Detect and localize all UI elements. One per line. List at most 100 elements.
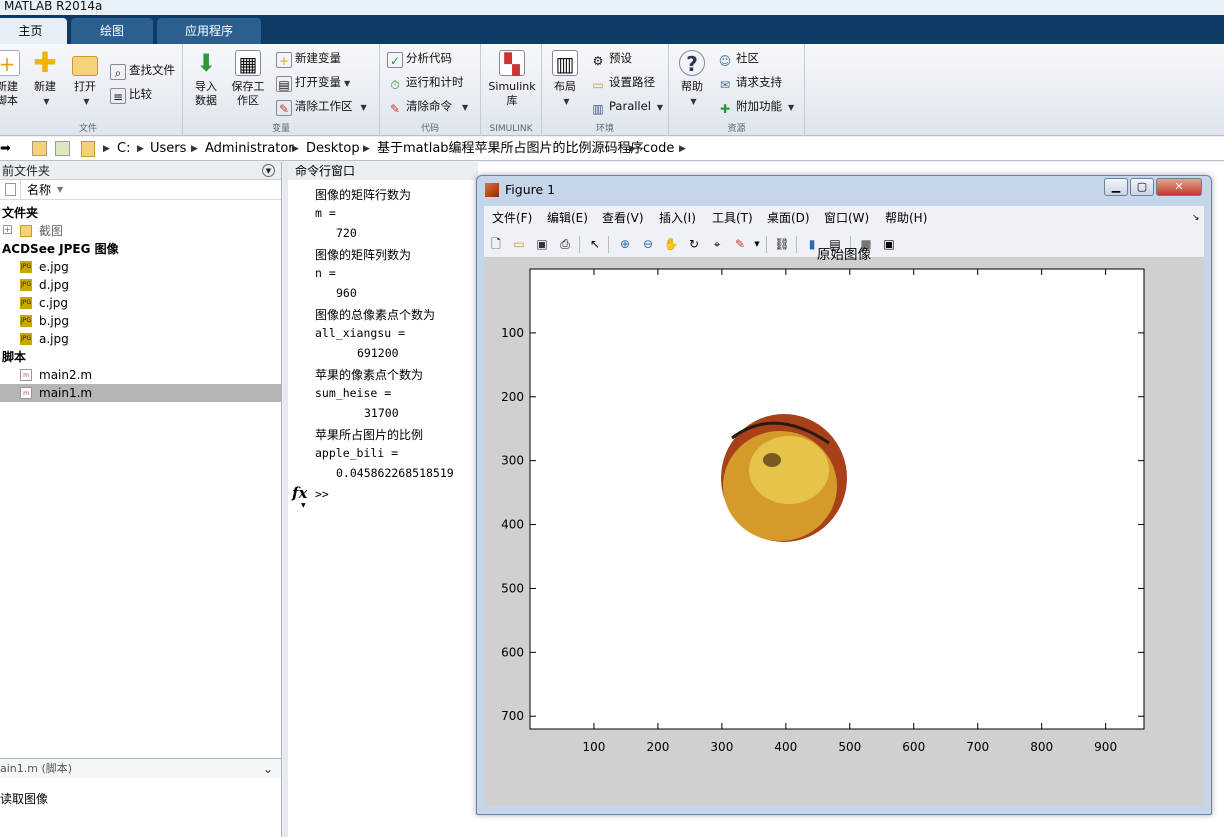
menu-tools[interactable]: 工具(T)	[712, 206, 753, 230]
clear-workspace-button[interactable]: ✎ 清除工作区 ▼	[276, 96, 367, 116]
ribbon-group-resources: ? 帮助 ▼ ☺ 社区 ✉ 请求支持 ✚ 附加功能 ▼ 资源	[669, 44, 805, 136]
addons-icon: ✚	[719, 102, 731, 116]
help-icon: ?	[679, 50, 705, 76]
compare-button[interactable]: ≡ 比较	[110, 84, 152, 104]
layout-icon: ▥	[552, 50, 578, 76]
command-output-line: 苹果所占图片的比例	[315, 428, 424, 442]
tab-plots[interactable]: 绘图	[71, 18, 153, 44]
import-data-button[interactable]: ⬇ 导入数据	[191, 50, 221, 108]
clear-workspace-icon: ✎	[276, 100, 292, 116]
run-and-time-button[interactable]: ⏱ 运行和计时	[387, 72, 463, 92]
up-folder-icon[interactable]	[32, 141, 47, 156]
dock-icon[interactable]: ↘	[1192, 206, 1200, 230]
new-variable-button[interactable]: + 新建变量	[276, 48, 341, 68]
x-tick-label: 900	[1094, 740, 1117, 754]
menu-insert[interactable]: 插入(I)	[659, 206, 696, 230]
request-support-button[interactable]: ✉ 请求支持	[717, 72, 782, 92]
y-tick-label: 600	[501, 645, 524, 659]
menu-file[interactable]: 文件(F)	[492, 206, 532, 230]
details-header[interactable]: ain1.m (脚本) ⌄	[0, 758, 281, 778]
group-label-variable: 变量	[271, 124, 290, 134]
command-prompt[interactable]: >>	[315, 487, 329, 501]
chevron-down-icon[interactable]: ⌄	[263, 759, 273, 779]
list-item[interactable]: JPG b.jpg	[0, 312, 281, 330]
group-label-resources: 资源	[727, 124, 746, 134]
compare-icon: ≡	[110, 88, 126, 104]
current-folder-header: 前文件夹 ▼	[0, 162, 281, 180]
ribbon-toolstrip: + 新建脚本 ✚ 新建 ▼ 打开 ▼ ⌕ 查找文件 ≡ 比较 文件 ⬇ 导入数据 ▦ 保…	[0, 44, 1224, 136]
ribbon-group-file: + 新建脚本 ✚ 新建 ▼ 打开 ▼ ⌕ 查找文件 ≡ 比较 文件	[0, 44, 183, 136]
list-item[interactable]: JPG d.jpg	[0, 276, 281, 294]
list-item[interactable]: JPG c.jpg	[0, 294, 281, 312]
breadcrumb-separator-icon: ▶	[191, 144, 198, 154]
apple-highlight	[749, 436, 829, 504]
jpeg-file-icon: JPG	[20, 315, 32, 327]
x-tick-label: 300	[710, 740, 733, 754]
breadcrumb-desktop[interactable]: Desktop	[306, 137, 360, 161]
folder-item[interactable]: + 截图	[0, 222, 281, 240]
figure-title: Figure 1	[505, 182, 556, 197]
parallel-button[interactable]: ▥ Parallel ▼	[590, 96, 663, 116]
layout-button[interactable]: ▥ 布局 ▼	[550, 50, 580, 109]
panel-menu-icon[interactable]: ▼	[262, 164, 275, 177]
set-path-button[interactable]: ▭ 设置路径	[590, 72, 655, 92]
expand-icon[interactable]: +	[3, 225, 12, 234]
tab-apps[interactable]: 应用程序	[157, 18, 261, 44]
breadcrumb-separator-icon: ▶	[679, 144, 686, 154]
name-column-header[interactable]: 名称 ▼	[0, 180, 281, 200]
save-workspace-icon: ▦	[235, 50, 261, 76]
group-label-code: 代码	[420, 124, 439, 134]
browse-folder-icon[interactable]	[55, 141, 70, 156]
menu-window[interactable]: 窗口(W)	[824, 206, 869, 230]
menu-help[interactable]: 帮助(H)	[885, 206, 927, 230]
list-item[interactable]: JPG e.jpg	[0, 258, 281, 276]
save-workspace-button[interactable]: ▦ 保存工作区	[229, 50, 267, 108]
breadcrumb-code[interactable]: code	[643, 137, 674, 161]
axes[interactable]: 100 200 300 400 500 600 700 800 900 100 200 300 400…	[484, 258, 1204, 806]
preferences-button[interactable]: ⚙ 预设	[590, 48, 632, 68]
y-tick-label: 300	[501, 454, 524, 468]
x-tick-label: 100	[583, 740, 606, 754]
clear-commands-button[interactable]: ✎ 清除命令 ▼	[387, 96, 468, 116]
category-jpeg: ACDSee JPEG 图像	[2, 242, 119, 256]
breadcrumb-project-folder[interactable]: 基于matlab编程苹果所占图片的比例源码程序	[377, 137, 644, 161]
close-button[interactable]: ✕	[1156, 178, 1202, 196]
help-button[interactable]: ? 帮助 ▼	[677, 50, 707, 109]
ribbon-tab-bar: 主页 绘图 应用程序	[0, 15, 1224, 44]
addons-button[interactable]: ✚ 附加功能 ▼	[717, 96, 794, 116]
list-item[interactable]: JPG a.jpg	[0, 330, 281, 348]
run-and-time-icon: ⏱	[390, 78, 400, 92]
maximize-button[interactable]: ▢	[1130, 178, 1154, 196]
folder-open-icon	[72, 56, 98, 76]
minimize-button[interactable]: ▁	[1104, 178, 1128, 196]
breadcrumb-separator-icon: ▶	[103, 144, 110, 154]
find-files-button[interactable]: ⌕ 查找文件	[110, 60, 175, 80]
breadcrumb-c[interactable]: C:	[117, 137, 130, 161]
category-folder: 文件夹	[2, 206, 39, 220]
command-output-line: 图像的矩阵行数为	[315, 188, 412, 202]
analyze-code-button[interactable]: ✓ 分析代码	[387, 48, 452, 68]
function-browser-icon[interactable]: fx	[292, 484, 307, 502]
breadcrumb-administrator[interactable]: Administrator	[205, 137, 294, 161]
y-tick-label: 100	[501, 326, 524, 340]
menu-view[interactable]: 查看(V)	[602, 206, 644, 230]
open-variable-button[interactable]: ▤ 打开变量 ▼	[276, 72, 350, 92]
jpeg-file-icon: JPG	[20, 333, 32, 345]
open-button[interactable]: 打开 ▼	[70, 50, 100, 109]
new-button[interactable]: ✚ 新建 ▼	[30, 49, 60, 109]
simulink-library-button[interactable]: ▚ Simulink 库	[487, 50, 537, 108]
forward-icon[interactable]: ➡	[0, 137, 11, 161]
community-button[interactable]: ☺ 社区	[717, 48, 759, 68]
menu-edit[interactable]: 编辑(E)	[547, 206, 588, 230]
list-item[interactable]: m main2.m	[0, 366, 281, 384]
list-item-selected[interactable]: m main1.m	[0, 384, 281, 402]
current-folder-panel: 前文件夹 ▼ 名称 ▼ 文件夹 + 截图 ACDSee JPEG 图像 JPG e…	[0, 162, 282, 837]
figure-menu-bar: 文件(F) 编辑(E) 查看(V) 插入(I) 工具(T) 桌面(D) 窗口(W…	[484, 206, 1204, 230]
breadcrumb-users[interactable]: Users	[150, 137, 186, 161]
new-script-button[interactable]: + 新建脚本	[0, 50, 20, 108]
tab-home[interactable]: 主页	[0, 18, 67, 44]
command-output-line: n =	[315, 266, 336, 280]
apple-calyx	[763, 453, 781, 467]
menu-desktop[interactable]: 桌面(D)	[767, 206, 810, 230]
command-window-header: 命令行窗口	[288, 162, 478, 180]
